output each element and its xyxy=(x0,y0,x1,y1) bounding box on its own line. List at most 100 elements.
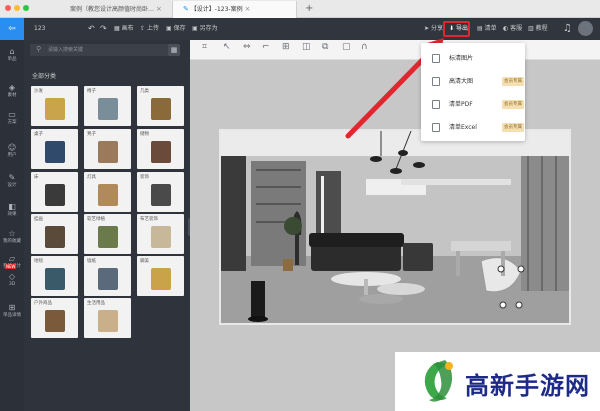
share-icon: ➤ xyxy=(424,25,431,32)
customer-service-button[interactable]: ◐ 客服 xyxy=(503,18,522,40)
category-tile[interactable]: 灯具 xyxy=(84,172,131,212)
category-thumbnail xyxy=(98,226,118,248)
project-name[interactable]: 123 xyxy=(34,18,45,40)
nav-item-3d[interactable]: ◇ 3D xyxy=(0,272,24,288)
grid-view-icon[interactable]: ▦ xyxy=(168,44,180,56)
category-label: 软艺绿植 xyxy=(87,217,105,222)
redo-icon[interactable]: ↷ xyxy=(100,18,107,40)
chart-icon xyxy=(432,77,440,86)
category-tile[interactable]: 挂画 xyxy=(31,214,78,254)
cube-icon: ◇ xyxy=(8,272,16,281)
category-thumbnail xyxy=(151,98,171,120)
new-tab-button[interactable]: + xyxy=(305,1,313,17)
category-tile[interactable]: 户外商品 xyxy=(31,298,78,338)
detail-icon: ⊞ xyxy=(8,303,16,312)
cursor-icon[interactable]: ↖ xyxy=(223,42,231,52)
category-tile[interactable]: 沙发 xyxy=(31,86,78,126)
align-icon[interactable]: ⊞ xyxy=(282,42,290,52)
category-label: 脚美 xyxy=(140,259,149,264)
category-tile[interactable]: 桌子 xyxy=(31,129,78,169)
design-icon: ✎ xyxy=(8,173,16,182)
maximize-window-button[interactable] xyxy=(23,5,29,11)
category-label: 布艺装饰 xyxy=(140,217,158,222)
category-tile[interactable]: 地毯 xyxy=(31,256,78,296)
exit-icon[interactable]: ⇦ xyxy=(0,18,24,40)
new-badge: NEW xyxy=(5,264,17,269)
image-icon xyxy=(432,54,440,63)
watermark: 高新手游网 xyxy=(395,352,600,411)
member-badge: 会员专属 xyxy=(502,100,524,109)
room-scene-image[interactable] xyxy=(219,129,571,325)
category-label: 储物 xyxy=(140,132,149,137)
tab-design[interactable]: ✎ 【设计】-123-案例 × xyxy=(172,1,297,18)
avatar[interactable] xyxy=(578,21,593,36)
album-button[interactable]: ▦ 画布 xyxy=(114,18,134,40)
category-tile[interactable]: 几类 xyxy=(137,86,184,126)
save-as-button[interactable]: ▣ 另存为 xyxy=(192,18,218,40)
nav-item-design[interactable]: ✎ 设计 xyxy=(0,173,24,189)
grid-icon: ▦ xyxy=(114,25,122,32)
effect-icon: ◧ xyxy=(8,202,16,211)
category-tile[interactable]: 墙纸 xyxy=(84,256,131,296)
tutorial-button[interactable]: ▥ 教程 xyxy=(528,18,548,40)
close-icon[interactable]: × xyxy=(245,5,251,13)
category-thumbnail xyxy=(151,226,171,248)
close-icon[interactable]: × xyxy=(156,5,162,13)
category-tile[interactable]: 软艺绿植 xyxy=(84,214,131,254)
category-thumbnail xyxy=(98,98,118,120)
category-tile[interactable]: 脚美 xyxy=(137,256,184,296)
search-input[interactable]: 请输入搜索关键 xyxy=(30,44,180,56)
nav-item-favorites[interactable]: ☆ 我的收藏 xyxy=(0,229,24,245)
nav-item-material[interactable]: ◈ 素材 xyxy=(0,83,24,99)
export-menu-item-list-excel[interactable]: 清单Excel 会员专属 xyxy=(421,118,525,138)
nav-item-effect[interactable]: ◧ 效果 xyxy=(0,202,24,218)
category-tile[interactable]: 生活用品 xyxy=(84,298,131,338)
category-label: 地毯 xyxy=(34,259,43,264)
save-as-icon: ▣ xyxy=(192,25,200,32)
crop-icon[interactable]: ⌗ xyxy=(202,42,207,52)
pencil-icon: ✎ xyxy=(183,5,189,13)
nav-item-detail[interactable]: ⊞ 单品详情 xyxy=(0,303,24,319)
export-menu: 标清图片 高清大图 会员专属 清单PDF 会员专属 清单Excel 会员专属 xyxy=(421,43,525,141)
export-button[interactable]: ⬇ 导出 xyxy=(449,18,468,40)
export-menu-item-hd-image[interactable]: 高清大图 会员专属 xyxy=(421,72,525,92)
category-thumbnail xyxy=(151,184,171,206)
bell-icon[interactable]: ♫ xyxy=(563,18,572,40)
nav-item-plan[interactable]: ▭ 方案 xyxy=(0,110,24,126)
category-thumbnail xyxy=(45,226,65,248)
category-tile[interactable]: 储物 xyxy=(137,129,184,169)
category-tile[interactable]: 床 xyxy=(31,172,78,212)
flip-icon[interactable]: ⇔ xyxy=(243,42,251,52)
category-label: 床 xyxy=(34,175,39,180)
upload-button[interactable]: ⇪ 上传 xyxy=(140,18,159,40)
category-label: 挂画 xyxy=(34,217,43,222)
category-label: 几类 xyxy=(140,89,149,94)
copy-icon[interactable]: ⧉ xyxy=(322,42,328,52)
crop-tool-icon[interactable]: ⌐ xyxy=(262,42,270,52)
save-button[interactable]: ▣ 保存 xyxy=(166,18,186,40)
chair-icon: ⌂ xyxy=(9,47,15,56)
category-label: 桌子 xyxy=(34,132,43,137)
tab-case[interactable]: 案例（教您设计高颜值时尚卧… × xyxy=(60,1,170,18)
nav-item-products[interactable]: ⌂ 单品 xyxy=(0,47,24,63)
category-thumbnail xyxy=(45,141,65,163)
plan-icon: ▭ xyxy=(8,110,16,119)
close-window-button[interactable] xyxy=(5,5,11,11)
pdf-icon xyxy=(432,100,440,109)
export-menu-item-list-pdf[interactable]: 清单PDF 会员专属 xyxy=(421,95,525,115)
export-menu-item-standard-image[interactable]: 标清图片 xyxy=(421,49,525,69)
star-icon: ☆ xyxy=(8,229,16,238)
watermark-logo xyxy=(424,360,453,402)
minimize-window-button[interactable] xyxy=(14,5,20,11)
category-tile[interactable]: 椅子 xyxy=(84,86,131,126)
category-thumbnail xyxy=(151,141,171,163)
watermark-text: 高新手游网 xyxy=(465,372,590,400)
nav-item-user[interactable]: ☺ 用户 xyxy=(0,143,24,159)
category-tile[interactable]: 装饰 xyxy=(137,172,184,212)
undo-icon[interactable]: ↶ xyxy=(88,18,95,40)
category-tile[interactable]: 凳子 xyxy=(84,129,131,169)
category-thumbnail xyxy=(45,268,65,290)
layer-icon[interactable]: ◫ xyxy=(302,42,311,52)
category-tile[interactable]: 布艺装饰 xyxy=(137,214,184,254)
list-button[interactable]: ▤ 清单 xyxy=(477,18,497,40)
